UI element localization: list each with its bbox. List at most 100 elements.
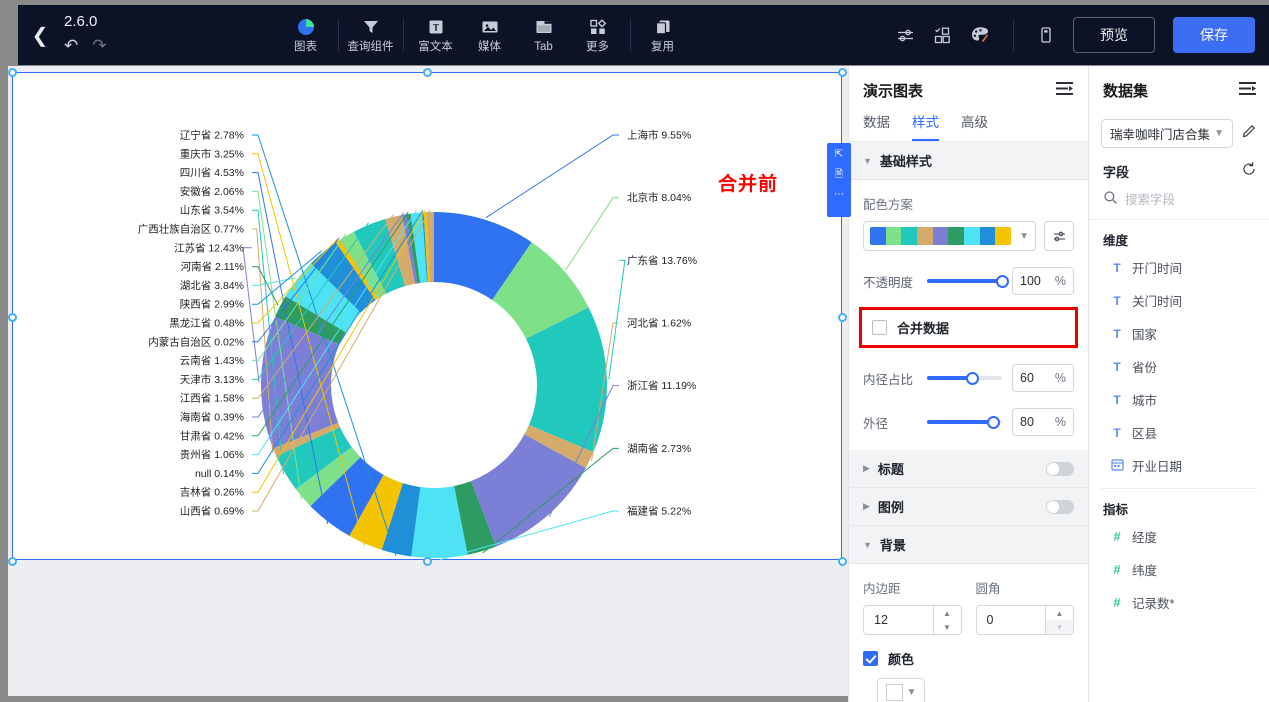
padding-decrement[interactable]: ▼: [934, 620, 961, 634]
palette-swatch: [948, 227, 965, 245]
inner-radius-row: 内径占比 60 %: [863, 364, 1074, 392]
sliders-icon[interactable]: [896, 26, 915, 45]
undo-icon[interactable]: ↶: [64, 36, 78, 56]
field-item[interactable]: T 区县: [1089, 416, 1269, 449]
radius-increment[interactable]: ▲: [1046, 606, 1073, 620]
tool-query[interactable]: 查询组件: [344, 17, 398, 53]
field-item[interactable]: T 国家: [1089, 317, 1269, 350]
field-item[interactable]: # 记录数*: [1089, 586, 1269, 619]
tool-divider: [337, 19, 339, 51]
color-picker-button[interactable]: ▼: [877, 678, 925, 702]
resize-handle-tl[interactable]: [8, 68, 17, 77]
tool-richtext[interactable]: T 富文本: [409, 17, 463, 53]
radius-value[interactable]: 0: [977, 606, 1046, 634]
grid-more-icon: [589, 17, 607, 37]
section-base-style[interactable]: ▼ 基础样式: [849, 142, 1088, 180]
tab-style[interactable]: 样式: [912, 111, 939, 141]
tab-icon: [535, 17, 553, 37]
inner-radius-value-box[interactable]: 60 %: [1012, 364, 1074, 392]
image-icon: [481, 17, 499, 37]
donut-label: 甘肃省 0.42%: [180, 429, 244, 442]
radius-decrement: ▼: [1046, 620, 1073, 634]
canvas-workspace[interactable]: 合并前 ⇱ 🖹 ⋯ 上海市 9.55% 北京市 8.04% 广东省 13.76% 河北…: [8, 66, 851, 696]
field-name: 省份: [1132, 361, 1158, 375]
resize-handle-tr[interactable]: [838, 68, 847, 77]
section-background[interactable]: ▼ 背景: [849, 526, 1088, 564]
field-item[interactable]: T 开门时间: [1089, 251, 1269, 284]
opacity-slider[interactable]: [927, 273, 1009, 289]
document-icon[interactable]: 🖹: [835, 169, 843, 181]
outer-radius-value-box[interactable]: 80 %: [1012, 408, 1074, 436]
resize-handle-bl[interactable]: [8, 557, 17, 566]
tool-divider: [629, 19, 631, 51]
section-title[interactable]: ▶ 标题: [849, 450, 1088, 488]
field-name: 纬度: [1132, 564, 1158, 578]
resize-handle-ml[interactable]: [8, 313, 17, 322]
donut-label: 贵州省 1.06%: [180, 448, 244, 461]
palette-select[interactable]: ▼: [863, 221, 1036, 251]
tool-tab[interactable]: Tab: [517, 17, 571, 53]
field-item[interactable]: T 省份: [1089, 350, 1269, 383]
back-button[interactable]: ❮: [18, 5, 62, 65]
tool-divider: [402, 19, 404, 51]
mobile-preview-icon[interactable]: [1037, 26, 1055, 44]
tool-media[interactable]: 媒体: [463, 17, 517, 53]
field-item[interactable]: # 经度: [1089, 520, 1269, 553]
slider-knob[interactable]: [996, 274, 1009, 288]
resize-handle-mr[interactable]: [838, 313, 847, 322]
radius-stepper[interactable]: 0 ▲ ▼: [975, 605, 1074, 635]
app-root: ❮ 2.6.0 ↶ ↷ 图表 查询组件 T 富文本 媒体 Tab 更多 复用 预…: [0, 0, 1269, 702]
panel-menu-icon[interactable]: [1055, 81, 1074, 101]
resize-handle-br[interactable]: [838, 557, 847, 566]
search-input[interactable]: [1125, 193, 1245, 207]
inner-radius-slider[interactable]: [927, 370, 1002, 386]
field-item[interactable]: 开业日期: [1089, 449, 1269, 482]
padding-increment[interactable]: ▲: [934, 606, 961, 620]
save-button[interactable]: 保存: [1173, 17, 1255, 53]
slider-knob[interactable]: [987, 415, 1000, 429]
pencil-icon[interactable]: [1241, 123, 1257, 144]
palette-label: 配色方案: [863, 198, 914, 212]
tool-chart[interactable]: 图表: [279, 17, 333, 53]
padding-stepper[interactable]: 12 ▲ ▼: [863, 605, 962, 635]
tab-advanced[interactable]: 高级: [961, 111, 988, 141]
collapse-icon[interactable]: ⇱: [835, 149, 843, 161]
title-toggle[interactable]: [1046, 461, 1074, 476]
field-item[interactable]: T 城市: [1089, 383, 1269, 416]
color-checkbox[interactable]: [863, 651, 878, 666]
slider-knob[interactable]: [966, 371, 979, 385]
donut-label: 陕西省 2.99%: [180, 298, 244, 311]
inner-radius-label: 内径占比: [863, 372, 914, 387]
opacity-row: 不透明度 100 %: [863, 267, 1074, 295]
opacity-value-box[interactable]: 100 %: [1012, 267, 1074, 295]
donut-chart[interactable]: 上海市 9.55% 北京市 8.04% 广东省 13.76% 河北省 1.62% 浙江省…: [13, 73, 843, 561]
palette-icon[interactable]: [970, 25, 990, 45]
field-name: 国家: [1132, 328, 1158, 342]
outer-radius-slider[interactable]: [927, 414, 1002, 430]
copy-icon: [654, 17, 672, 37]
donut-label: 上海市 9.55%: [627, 129, 691, 142]
resize-handle-bc[interactable]: [423, 557, 432, 566]
field-item[interactable]: # 纬度: [1089, 553, 1269, 586]
tab-data[interactable]: 数据: [863, 111, 890, 141]
donut-label: 安徽省 2.06%: [180, 185, 244, 198]
layout-blocks-icon[interactable]: [933, 26, 952, 45]
preview-button[interactable]: 预览: [1073, 17, 1155, 53]
section-legend[interactable]: ▶ 图例: [849, 488, 1088, 526]
tool-reuse[interactable]: 复用: [636, 17, 690, 53]
resize-handle-tc[interactable]: [423, 68, 432, 77]
panel-menu-icon[interactable]: [1238, 81, 1257, 101]
field-item[interactable]: T 关门时间: [1089, 284, 1269, 317]
legend-toggle[interactable]: [1046, 499, 1074, 514]
padding-value[interactable]: 12: [864, 606, 933, 634]
tool-more[interactable]: 更多: [571, 17, 625, 53]
refresh-icon[interactable]: [1241, 161, 1257, 182]
section-base-style-label: 基础样式: [879, 154, 932, 169]
more-icon[interactable]: ⋯: [834, 189, 844, 201]
palette-config-button[interactable]: [1044, 221, 1074, 251]
chart-canvas-card[interactable]: 合并前 ⇱ 🖹 ⋯ 上海市 9.55% 北京市 8.04% 广东省 13.76% 河北…: [8, 68, 851, 566]
measure-list: # 经度 # 纬度 # 记录数*: [1089, 520, 1269, 619]
merge-data-checkbox[interactable]: [872, 320, 887, 335]
dataset-select[interactable]: 瑞幸咖啡门店合集 ▼: [1101, 119, 1233, 148]
redo-icon[interactable]: ↷: [92, 36, 106, 56]
